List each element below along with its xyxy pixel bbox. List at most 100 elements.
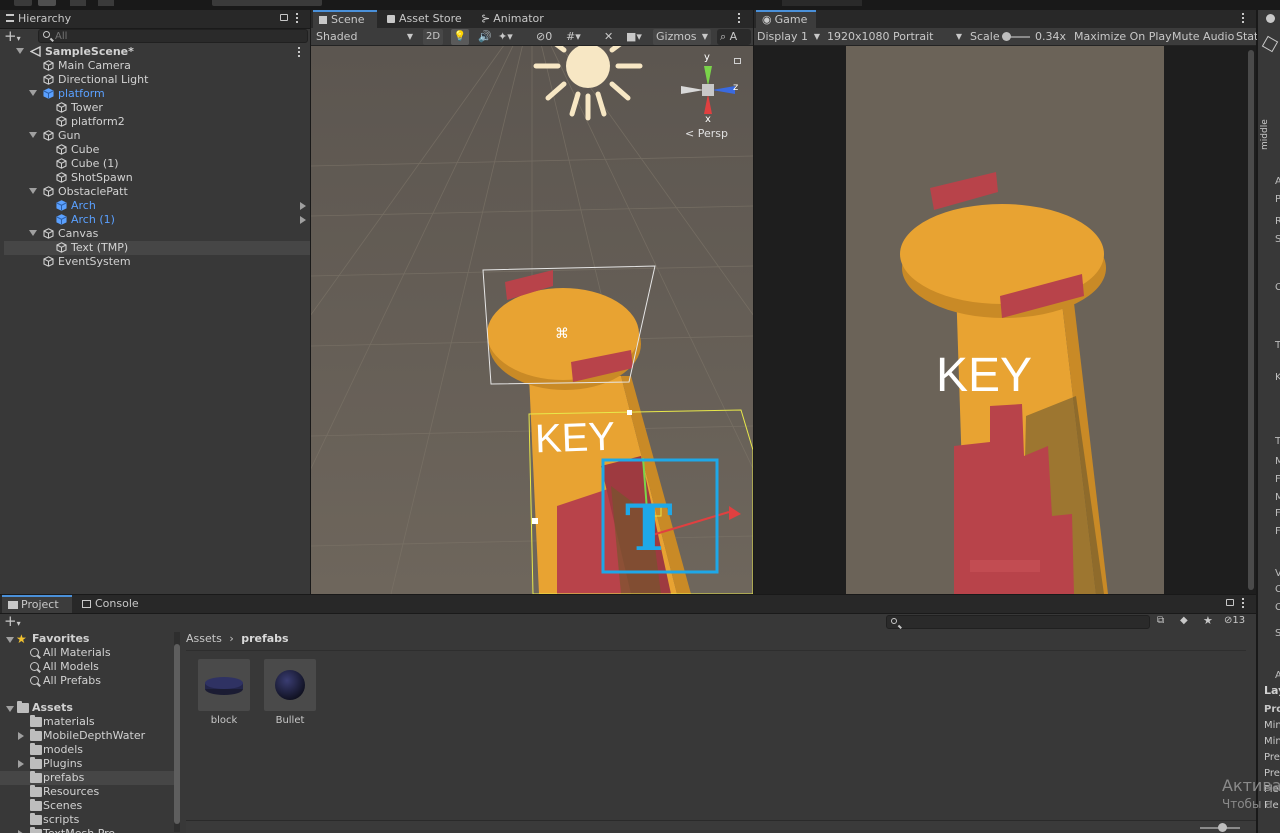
expand-arrow-icon[interactable]	[29, 188, 37, 194]
scene-search[interactable]: ⌕ A	[717, 29, 751, 45]
lock-icon[interactable]	[280, 14, 288, 21]
more-menu-icon[interactable]	[298, 47, 300, 57]
tab-game[interactable]: ◉ Game	[756, 10, 816, 28]
breadcrumb-assets[interactable]: Assets	[186, 632, 222, 645]
audio-icon[interactable]: 🔊	[475, 29, 495, 45]
more-menu-icon[interactable]	[1242, 13, 1244, 23]
slider-handle[interactable]	[1218, 823, 1227, 832]
chevron-right-icon[interactable]	[300, 202, 306, 210]
favorites-header[interactable]: Favorites	[32, 632, 89, 645]
game-viewport[interactable]: KEY	[754, 46, 1256, 594]
icon-size-slider[interactable]	[1200, 823, 1240, 832]
expand-arrow-icon[interactable]	[18, 760, 24, 768]
lighting-toggle[interactable]: 💡	[451, 29, 469, 45]
hierarchy-item[interactable]: platform2	[4, 115, 310, 129]
hidden-objects-toggle[interactable]: ⊘0	[533, 29, 555, 45]
mute-audio-toggle[interactable]: Mute Audio	[1169, 29, 1237, 45]
hierarchy-item[interactable]: ShotSpawn	[4, 171, 310, 185]
grid-snap-dropdown[interactable]: #▾	[563, 29, 584, 45]
hierarchy-item[interactable]: Directional Light	[4, 73, 310, 87]
folder-item[interactable]: materials	[0, 715, 174, 729]
effects-dropdown[interactable]: ✦▾	[495, 29, 516, 45]
favorite-item[interactable]: All Prefabs	[0, 674, 174, 688]
expand-arrow-icon[interactable]	[6, 637, 14, 643]
hierarchy-item[interactable]: Cube (1)	[4, 157, 310, 171]
folder-item[interactable]: MobileDepthWater	[0, 729, 174, 743]
tab-scene[interactable]: Scene	[313, 10, 377, 28]
more-menu-icon[interactable]	[1242, 598, 1244, 608]
tab-console[interactable]: Console	[76, 595, 145, 613]
scene-viewport[interactable]: ⌘ T KEY y z x < Persp	[311, 46, 753, 594]
hierarchy-item[interactable]: Text (TMP)	[4, 241, 310, 255]
folder-tree-scrollbar[interactable]	[174, 632, 180, 832]
expand-arrow-icon[interactable]	[16, 48, 24, 54]
hidden-packages-toggle[interactable]: ⊘13	[1224, 615, 1245, 626]
hierarchy-item[interactable]: platform	[4, 87, 310, 101]
project-search[interactable]	[886, 615, 1150, 629]
tools-icon[interactable]: ✕	[601, 29, 616, 45]
hierarchy-item[interactable]: ObstaclePatt	[4, 185, 310, 199]
hierarchy-item[interactable]: EventSystem	[4, 255, 310, 269]
2d-toggle[interactable]: 2D	[423, 29, 443, 45]
favorite-item[interactable]: All Models	[0, 660, 174, 674]
folder-item[interactable]: scripts	[0, 813, 174, 827]
tab-project[interactable]: Project	[2, 595, 72, 613]
search-input[interactable]	[55, 30, 295, 42]
folder-item[interactable]: Scenes	[0, 799, 174, 813]
hierarchy-item[interactable]: Canvas	[4, 227, 310, 241]
star-icon[interactable]: ★	[1203, 614, 1213, 627]
chevron-right-icon[interactable]	[300, 216, 306, 224]
assets-header[interactable]: Assets	[32, 701, 73, 714]
expand-arrow-icon[interactable]	[6, 706, 14, 712]
game-scrollbar[interactable]	[1248, 50, 1254, 590]
hierarchy-item[interactable]: Main Camera	[4, 59, 310, 73]
expand-arrow-icon[interactable]	[18, 732, 24, 740]
lock-icon[interactable]	[1226, 599, 1234, 606]
display-dropdown[interactable]: Display 1 ▼	[754, 29, 820, 45]
folder-item[interactable]: prefabs	[0, 771, 174, 785]
camera-dropdown[interactable]: ■▾	[623, 29, 645, 45]
filter-by-type-icon[interactable]: ⧉	[1157, 615, 1164, 626]
expand-arrow-icon[interactable]	[29, 132, 37, 138]
move-tool-button[interactable]	[38, 0, 56, 6]
more-menu-icon[interactable]	[738, 13, 740, 23]
rect-tool-button[interactable]	[98, 0, 114, 6]
projection-toggle[interactable]: < Persp	[685, 127, 728, 140]
hierarchy-item[interactable]: Gun	[4, 129, 310, 143]
asset-item-bullet[interactable]: Bullet	[264, 659, 316, 729]
tab-animator[interactable]: ⊱ Animator	[475, 10, 550, 28]
asset-item-block[interactable]: block	[198, 659, 250, 729]
tab-hierarchy[interactable]: Hierarchy	[0, 10, 77, 28]
folder-item[interactable]: TextMesh Pro	[0, 827, 174, 833]
maximize-on-play-toggle[interactable]: Maximize On Play	[1071, 29, 1175, 45]
hierarchy-item[interactable]: Cube	[4, 143, 310, 157]
folder-item[interactable]: Plugins	[0, 757, 174, 771]
rotate-tool-button[interactable]	[70, 0, 86, 6]
breadcrumb-prefabs[interactable]: prefabs	[241, 632, 288, 645]
shading-mode-dropdown[interactable]: Shaded ▼	[313, 29, 415, 45]
play-controls[interactable]	[782, 0, 862, 6]
expand-arrow-icon[interactable]	[29, 90, 37, 96]
folder-item[interactable]: Resources	[0, 785, 174, 799]
hierarchy-item[interactable]: SampleScene*	[4, 45, 310, 59]
scrollbar-thumb[interactable]	[174, 644, 180, 824]
more-menu-icon[interactable]	[296, 13, 298, 23]
favorite-item[interactable]: All Materials	[0, 646, 174, 660]
hierarchy-item[interactable]: Tower	[4, 101, 310, 115]
create-asset-button[interactable]: +▾	[4, 614, 30, 629]
hierarchy-item[interactable]: Arch (1)	[4, 213, 310, 227]
slider-handle[interactable]	[1002, 32, 1011, 41]
expand-arrow-icon[interactable]	[29, 230, 37, 236]
hierarchy-item[interactable]: Arch	[4, 199, 310, 213]
lock-icon[interactable]	[734, 58, 741, 64]
resolution-dropdown[interactable]: 1920x1080 Portrait ▼	[824, 29, 962, 45]
filter-by-label-icon[interactable]: ◆	[1180, 615, 1188, 626]
hierarchy-search[interactable]	[38, 29, 308, 43]
scale-slider[interactable]	[1002, 32, 1030, 41]
gizmos-dropdown[interactable]: Gizmos ▼	[653, 29, 711, 45]
create-button[interactable]: +▾	[4, 29, 30, 44]
folder-item[interactable]: models	[0, 743, 174, 757]
hand-tool-button[interactable]	[14, 0, 32, 6]
tab-asset-store[interactable]: Asset Store	[381, 10, 468, 28]
pivot-toggle[interactable]	[212, 0, 322, 6]
